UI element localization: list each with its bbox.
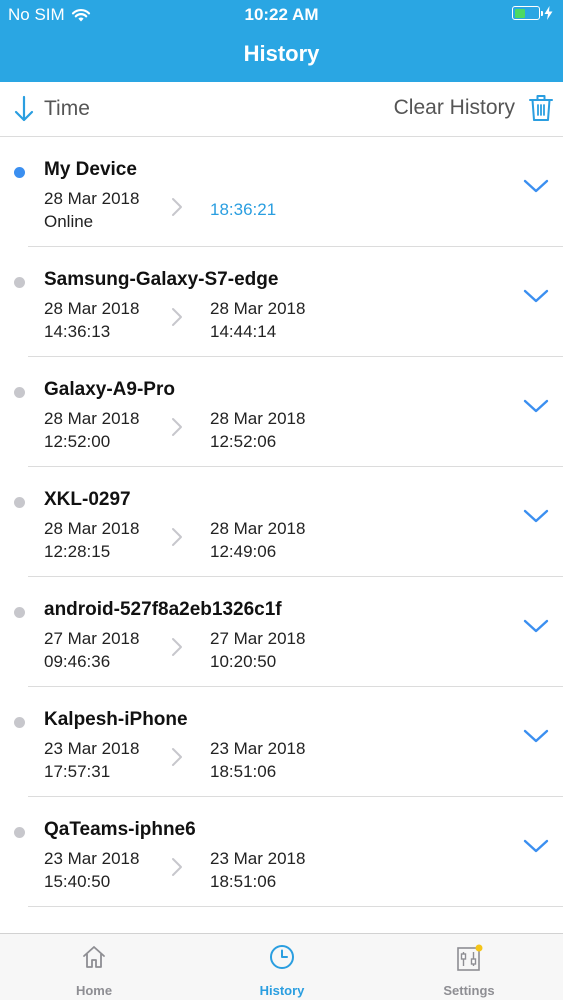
chevron-down-icon[interactable]	[523, 288, 549, 304]
device-history-list: My Device 28 Mar 2018 Online 18:36:21 Sa…	[0, 137, 563, 907]
tab-history-label: History	[259, 983, 305, 998]
history-toolbar: Time Clear History	[0, 82, 563, 137]
tab-home[interactable]: Home	[0, 934, 188, 1000]
start-date: 27 Mar 2018	[44, 629, 140, 648]
chevron-right-icon	[172, 638, 182, 656]
end-time: 10:20:50	[210, 652, 277, 671]
chevron-down-icon[interactable]	[523, 398, 549, 414]
chevron-down-icon[interactable]	[523, 728, 549, 744]
end-time: 12:52:06	[210, 432, 277, 451]
chevron-right-icon	[172, 198, 182, 216]
history-row[interactable]: XKL-0297 28 Mar 2018 12:28:15 28 Mar 201…	[0, 467, 563, 577]
end-date: 27 Mar 2018	[210, 629, 306, 648]
end-time: 18:51:06	[210, 872, 277, 891]
end-date: 28 Mar 2018	[210, 519, 306, 538]
notification-badge	[475, 944, 483, 952]
charging-bolt-icon	[544, 6, 553, 20]
settings-icon	[457, 944, 483, 971]
start-time: 12:28:15	[44, 542, 111, 561]
offline-status-dot	[14, 717, 25, 728]
device-name: XKL-0297	[44, 489, 131, 510]
battery-indicator	[512, 6, 553, 20]
clock-icon	[270, 945, 294, 969]
device-name: QaTeams-iphne6	[44, 819, 196, 840]
sort-label: Time	[44, 97, 90, 120]
start-date: 23 Mar 2018	[44, 849, 140, 868]
history-row[interactable]: Galaxy-A9-Pro 28 Mar 2018 12:52:00 28 Ma…	[0, 357, 563, 467]
tab-home-label: Home	[75, 983, 113, 998]
device-name: Samsung-Galaxy-S7-edge	[44, 269, 279, 290]
device-name: Kalpesh-iPhone	[44, 709, 188, 730]
status-bar: No SIM 10:22 AM	[0, 0, 563, 30]
offline-status-dot	[14, 497, 25, 508]
sort-down-arrow-icon	[14, 95, 34, 122]
history-row[interactable]: QaTeams-iphne6 23 Mar 2018 15:40:50 23 M…	[0, 797, 563, 907]
bottom-tab-bar: Home History Settings	[0, 933, 563, 1000]
chevron-right-icon	[172, 748, 182, 766]
start-date: 28 Mar 2018	[44, 519, 140, 538]
online-status-dot	[14, 167, 25, 178]
start-date: 28 Mar 2018	[44, 299, 140, 318]
history-row[interactable]: android-527f8a2eb1326c1f 27 Mar 2018 09:…	[0, 577, 563, 687]
page-title: History	[243, 41, 320, 66]
start-time: 12:52:00	[44, 432, 111, 451]
offline-status-dot	[14, 827, 25, 838]
battery-icon	[512, 6, 543, 20]
end-time: 12:49:06	[210, 542, 277, 561]
start-time: 14:36:13	[44, 322, 111, 341]
chevron-down-icon[interactable]	[523, 618, 549, 634]
history-row[interactable]: Kalpesh-iPhone 23 Mar 2018 17:57:31 23 M…	[0, 687, 563, 797]
sort-by-time-button[interactable]: Time	[14, 95, 90, 123]
home-icon	[83, 946, 105, 968]
chevron-down-icon[interactable]	[523, 508, 549, 524]
chevron-right-icon	[172, 418, 182, 436]
start-time: 15:40:50	[44, 872, 111, 891]
trash-icon	[529, 95, 553, 121]
chevron-right-icon	[172, 858, 182, 876]
chevron-down-icon[interactable]	[523, 178, 549, 194]
navigation-header: No SIM 10:22 AM History	[0, 0, 563, 82]
history-row[interactable]: Samsung-Galaxy-S7-edge 28 Mar 2018 14:36…	[0, 247, 563, 357]
status-time: 10:22 AM	[244, 5, 319, 24]
device-name: My Device	[44, 159, 137, 180]
start-time: 17:57:31	[44, 762, 111, 781]
tab-settings[interactable]: Settings	[375, 934, 563, 1000]
chevron-right-icon	[172, 308, 182, 326]
device-name: android-527f8a2eb1326c1f	[44, 599, 282, 620]
offline-status-dot	[14, 387, 25, 398]
tab-settings-label: Settings	[443, 983, 495, 998]
history-row[interactable]: My Device 28 Mar 2018 Online 18:36:21	[0, 137, 563, 247]
chevron-right-icon	[172, 528, 182, 546]
end-date: 28 Mar 2018	[210, 299, 306, 318]
tab-history[interactable]: History	[188, 934, 376, 1000]
chevron-down-icon[interactable]	[523, 838, 549, 854]
clear-history-label: Clear History	[393, 96, 515, 119]
end-date: 23 Mar 2018	[210, 739, 306, 758]
end-date: 23 Mar 2018	[210, 849, 306, 868]
device-name: Galaxy-A9-Pro	[44, 379, 175, 400]
start-date: 28 Mar 2018	[44, 189, 140, 208]
clear-history-button[interactable]: Clear History	[394, 94, 553, 122]
end-date: 28 Mar 2018	[210, 409, 306, 428]
start-date: 28 Mar 2018	[44, 409, 140, 428]
connection-status: Online	[44, 212, 94, 231]
start-time: 09:46:36	[44, 652, 111, 671]
start-date: 23 Mar 2018	[44, 739, 140, 758]
end-time: 18:51:06	[210, 762, 277, 781]
offline-status-dot	[14, 607, 25, 618]
offline-status-dot	[14, 277, 25, 288]
end-time: 14:44:14	[210, 322, 277, 341]
live-time: 18:36:21	[210, 200, 277, 219]
